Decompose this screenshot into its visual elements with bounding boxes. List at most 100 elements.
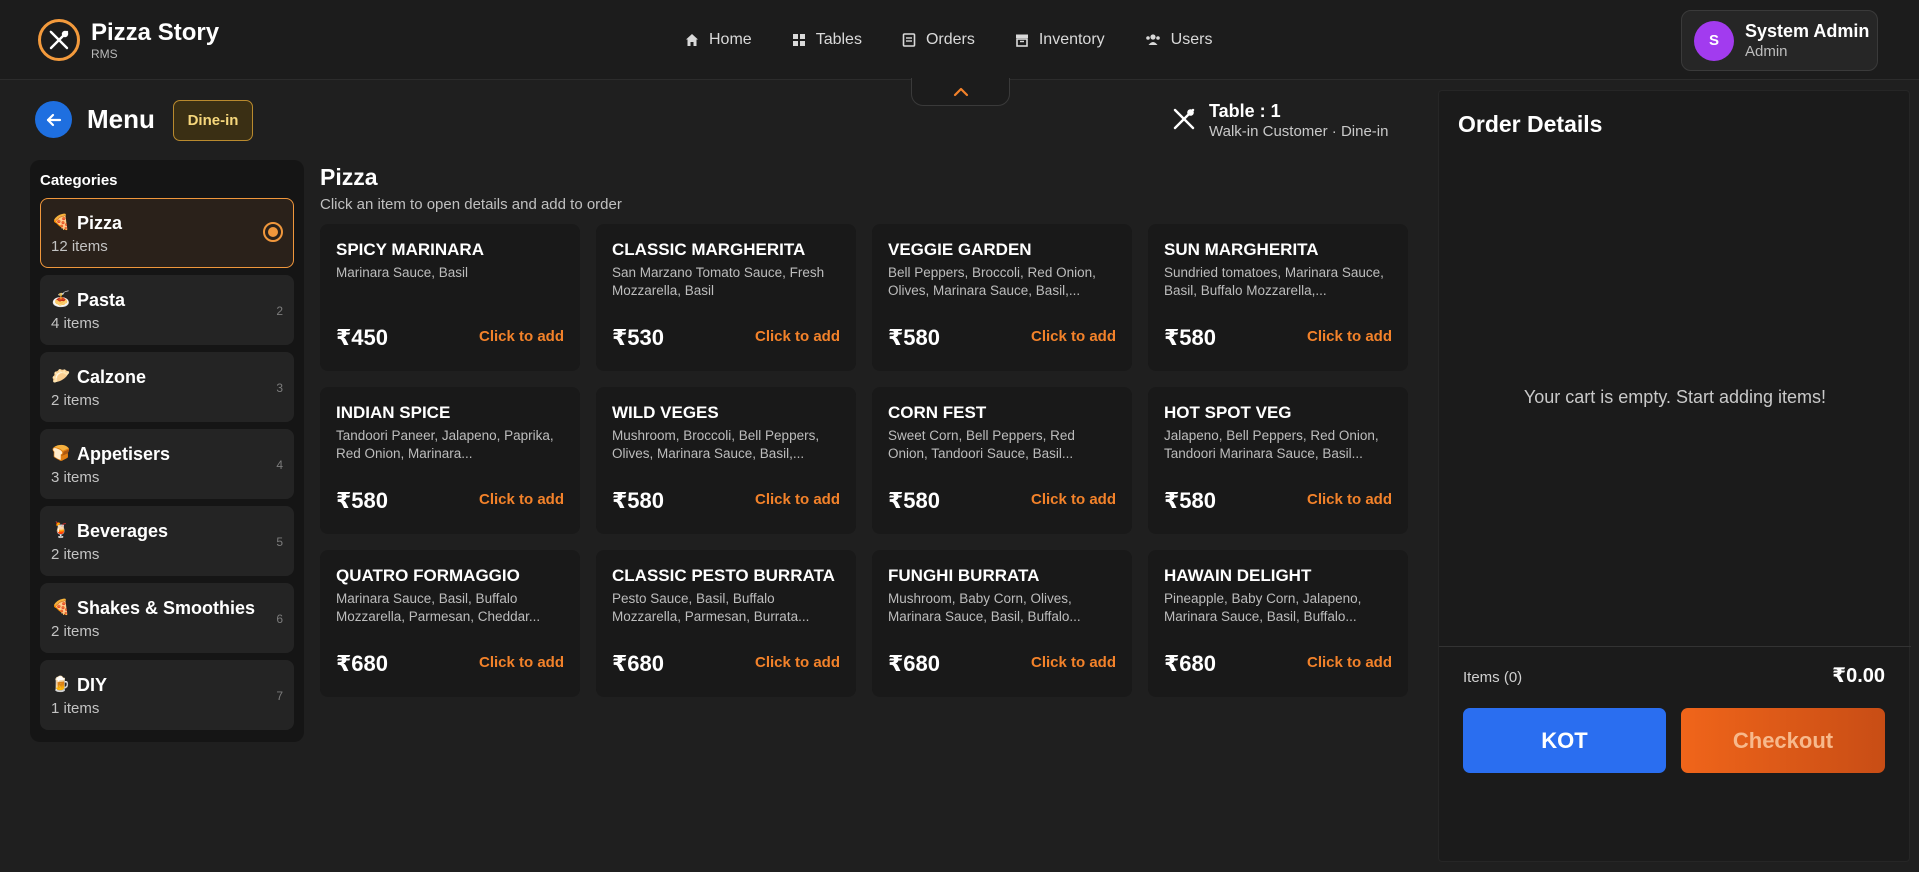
click-to-add-link[interactable]: Click to add: [755, 328, 840, 345]
click-to-add-link[interactable]: Click to add: [479, 491, 564, 508]
section-subtitle: Click an item to open details and add to…: [320, 196, 622, 213]
order-mode-badge: Dine-in: [173, 100, 253, 141]
menu-item-card[interactable]: CLASSIC MARGHERITA San Marzano Tomato Sau…: [596, 224, 856, 371]
click-to-add-link[interactable]: Click to add: [1307, 491, 1392, 508]
category-name: 🍺 DIY: [51, 674, 293, 696]
category-emoji-icon: 🍕: [51, 599, 71, 616]
item-price: ₹580: [888, 488, 941, 513]
categories-panel: Categories 🍕 Pizza 12 items 🍝 Pasta 4 items 2 🥟…: [30, 160, 304, 742]
nav-orders[interactable]: Orders: [902, 28, 975, 52]
checkout-button[interactable]: Checkout: [1681, 708, 1885, 773]
menu-item-card[interactable]: VEGGIE GARDEN Bell Peppers, Broccoli, Red…: [872, 224, 1132, 371]
nav-tables-label: Tables: [815, 31, 862, 48]
kot-button[interactable]: KOT: [1463, 708, 1666, 773]
category-name: 🍕 Shakes & Smoothies: [51, 597, 293, 619]
top-nav-bar: Pizza Story RMS Home Tables Orders Inven…: [0, 0, 1919, 80]
category-label: DIY: [77, 675, 108, 695]
users-icon: [1145, 34, 1160, 45]
item-description: Mushroom, Baby Corn, Olives, Marinara Sa…: [888, 591, 1081, 624]
category-item-pizza[interactable]: 🍕 Pizza 12 items: [40, 198, 294, 268]
menu-item-card[interactable]: CLASSIC PESTO BURRATA Pesto Sauce, Basil,…: [596, 550, 856, 697]
item-price: ₹580: [888, 325, 941, 350]
item-description: Bell Peppers, Broccoli, Red Onion, Olive…: [888, 265, 1096, 298]
category-item-calzone[interactable]: 🥟 Calzone 2 items 3: [40, 352, 294, 422]
table-subtitle: Walk-in Customer · Dine-in: [1209, 123, 1389, 140]
category-index: 2: [276, 304, 283, 318]
category-item-appetisers[interactable]: 🍞 Appetisers 3 items 4: [40, 429, 294, 499]
item-price: ₹680: [1164, 651, 1217, 676]
click-to-add-link[interactable]: Click to add: [1031, 328, 1116, 345]
category-item-diy[interactable]: 🍺 DIY 1 items 7: [40, 660, 294, 730]
click-to-add-link[interactable]: Click to add: [479, 328, 564, 345]
pizza-story-logo-icon: [38, 19, 80, 61]
brand[interactable]: Pizza Story RMS: [38, 19, 219, 61]
click-to-add-link[interactable]: Click to add: [1031, 491, 1116, 508]
category-name: 🥟 Calzone: [51, 366, 293, 388]
menu-item-card[interactable]: SPICY MARINARA Marinara Sauce, Basil ₹450 C…: [320, 224, 580, 371]
nav-users[interactable]: Users: [1145, 28, 1213, 52]
page-title: Menu: [87, 104, 155, 134]
order-title: Order Details: [1458, 111, 1603, 137]
avatar: S: [1694, 20, 1734, 61]
item-name: CLASSIC PESTO BURRATA: [612, 566, 835, 585]
table-info: Table : 1 Walk-in Customer · Dine-in: [1171, 100, 1388, 142]
item-price: ₹530: [612, 325, 665, 350]
category-emoji-icon: 🥟: [51, 368, 71, 385]
item-price: ₹580: [1164, 488, 1217, 513]
category-emoji-icon: 🍝: [51, 291, 71, 308]
collapse-header-button[interactable]: [911, 78, 1010, 106]
category-name: 🍕 Pizza: [51, 212, 293, 234]
category-item-shakes-smoothies[interactable]: 🍕 Shakes & Smoothies 2 items 6: [40, 583, 294, 653]
click-to-add-link[interactable]: Click to add: [755, 654, 840, 671]
item-name: HOT SPOT VEG: [1164, 403, 1292, 422]
nav-inventory[interactable]: Inventory: [1015, 28, 1105, 52]
click-to-add-link[interactable]: Click to add: [1307, 328, 1392, 345]
category-name: 🍹 Beverages: [51, 520, 293, 542]
item-name: SPICY MARINARA: [336, 240, 484, 259]
category-count: 4 items: [51, 315, 100, 332]
item-description: Mushroom, Broccoli, Bell Peppers, Olives…: [612, 428, 820, 461]
item-description: Sweet Corn, Bell Peppers, Red Onion, Tan…: [888, 428, 1075, 461]
category-item-beverages[interactable]: 🍹 Beverages 2 items 5: [40, 506, 294, 576]
category-label: Pizza: [77, 213, 123, 233]
item-price: ₹580: [336, 488, 389, 513]
main-nav: Home Tables Orders Inventory Users: [685, 28, 1212, 52]
click-to-add-link[interactable]: Click to add: [479, 654, 564, 671]
category-emoji-icon: 🍺: [51, 676, 71, 693]
category-item-pasta[interactable]: 🍝 Pasta 4 items 2: [40, 275, 294, 345]
category-count: 1 items: [51, 700, 100, 717]
nav-home[interactable]: Home: [685, 28, 752, 52]
menu-item-card[interactable]: HAWAIN DELIGHT Pineapple, Baby Corn, Jala…: [1148, 550, 1408, 697]
nav-users-label: Users: [1170, 31, 1213, 48]
menu-items-grid: SPICY MARINARA Marinara Sauce, Basil ₹450 C…: [320, 224, 1408, 697]
inventory-icon: [1015, 34, 1028, 47]
click-to-add-link[interactable]: Click to add: [1031, 654, 1116, 671]
app-subtitle: RMS: [91, 47, 118, 61]
item-description: Marinara Sauce, Basil, Buffalo Mozzarell…: [336, 591, 541, 624]
menu-item-card[interactable]: INDIAN SPICE Tandoori Paneer, Jalapeno, P…: [320, 387, 580, 534]
click-to-add-link[interactable]: Click to add: [1307, 654, 1392, 671]
category-count: 3 items: [51, 469, 100, 486]
categories-heading: Categories: [40, 172, 118, 189]
menu-item-card[interactable]: QUATRO FORMAGGIO Marinara Sauce, Basil, B…: [320, 550, 580, 697]
fork-knife-icon: [1173, 108, 1195, 130]
category-emoji-icon: 🍞: [51, 445, 71, 462]
menu-item-card[interactable]: HOT SPOT VEG Jalapeno, Bell Peppers, Red …: [1148, 387, 1408, 534]
item-name: HAWAIN DELIGHT: [1164, 566, 1312, 585]
item-description: Tandoori Paneer, Jalapeno, Paprika, Red …: [336, 428, 554, 461]
user-menu[interactable]: S System Admin Admin: [1681, 10, 1878, 71]
item-price: ₹680: [888, 651, 941, 676]
category-label: Shakes & Smoothies: [77, 598, 256, 618]
nav-inventory-label: Inventory: [1038, 31, 1105, 48]
menu-item-card[interactable]: WILD VEGES Mushroom, Broccoli, Bell Peppe…: [596, 387, 856, 534]
click-to-add-link[interactable]: Click to add: [755, 491, 840, 508]
items-count: Items (0): [1463, 669, 1523, 686]
nav-tables[interactable]: Tables: [792, 28, 862, 52]
item-description: Jalapeno, Bell Peppers, Red Onion, Tando…: [1164, 428, 1379, 461]
menu-item-card[interactable]: SUN MARGHERITA Sundried tomatoes, Marinar…: [1148, 224, 1408, 371]
back-button[interactable]: [35, 101, 72, 138]
menu-item-card[interactable]: CORN FEST Sweet Corn, Bell Peppers, Red O…: [872, 387, 1132, 534]
item-name: QUATRO FORMAGGIO: [336, 566, 520, 585]
user-name: System Admin: [1745, 21, 1870, 41]
menu-item-card[interactable]: FUNGHI BURRATA Mushroom, Baby Corn, Olive…: [872, 550, 1132, 697]
